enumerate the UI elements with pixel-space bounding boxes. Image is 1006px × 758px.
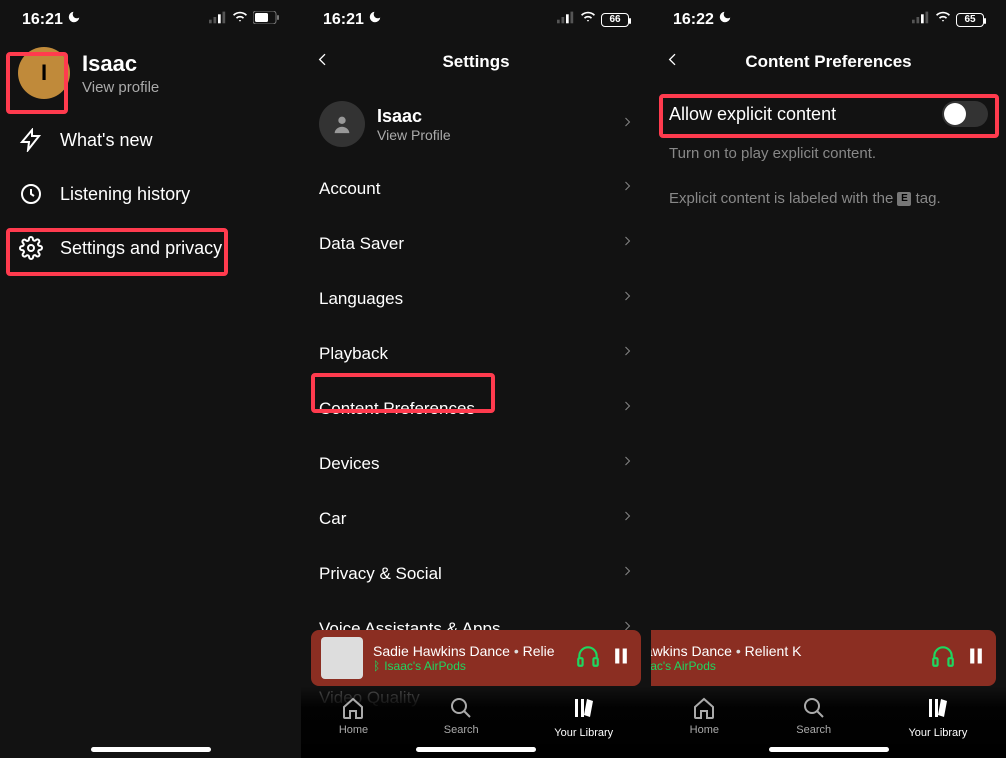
settings-item-data-saver[interactable]: Data Saver bbox=[301, 216, 651, 271]
pause-button[interactable] bbox=[611, 646, 631, 671]
now-playing-title: Sadie Hawkins Dance • Relie bbox=[373, 643, 565, 659]
menu-item-whats-new[interactable]: What's new bbox=[0, 113, 301, 167]
status-time: 16:22 bbox=[673, 11, 714, 29]
chevron-right-icon bbox=[621, 562, 633, 585]
status-bar: 16:21 bbox=[0, 0, 301, 37]
back-button[interactable] bbox=[315, 52, 331, 73]
header: Content Preferences bbox=[651, 37, 1006, 87]
screenshot-1-user-menu: 16:21 I Isaac View profile What's new Li… bbox=[0, 0, 301, 758]
allow-explicit-toggle[interactable] bbox=[942, 101, 988, 127]
settings-item-playback[interactable]: Playback bbox=[301, 326, 651, 381]
settings-profile-row[interactable]: Isaac View Profile bbox=[301, 87, 651, 161]
chevron-right-icon bbox=[621, 177, 633, 200]
tab-search[interactable]: Search bbox=[796, 696, 831, 736]
allow-explicit-row: Allow explicit content bbox=[651, 87, 1006, 141]
wifi-icon bbox=[579, 10, 597, 29]
now-playing-title: e Hawkins Dance • Relient K bbox=[651, 643, 920, 659]
chevron-right-icon bbox=[621, 342, 633, 365]
status-bar: 16:22 65 bbox=[651, 0, 1006, 37]
view-profile-link: View Profile bbox=[377, 127, 451, 143]
chevron-right-icon bbox=[621, 397, 633, 420]
home-indicator bbox=[91, 747, 211, 752]
header: Settings bbox=[301, 37, 651, 87]
allow-explicit-label: Allow explicit content bbox=[669, 104, 836, 125]
wifi-icon bbox=[934, 10, 952, 29]
album-art bbox=[321, 637, 363, 679]
status-time: 16:21 bbox=[22, 11, 63, 29]
settings-item-languages[interactable]: Languages bbox=[301, 271, 651, 326]
tab-search[interactable]: Search bbox=[444, 696, 479, 736]
bluetooth-icon: ᛒ bbox=[373, 659, 380, 673]
cellular-icon bbox=[209, 10, 227, 29]
header-title: Settings bbox=[442, 52, 509, 72]
do-not-disturb-icon bbox=[368, 10, 382, 29]
chevron-right-icon bbox=[621, 287, 633, 310]
profile-name: Isaac bbox=[377, 106, 451, 127]
status-time: 16:21 bbox=[323, 11, 364, 29]
chevron-right-icon bbox=[621, 113, 633, 136]
avatar: I bbox=[18, 47, 70, 99]
settings-item-privacy-social[interactable]: Privacy & Social bbox=[301, 546, 651, 601]
cellular-icon bbox=[557, 10, 575, 29]
screenshot-3-content-preferences: 16:22 65 Content Preferences Allow expli… bbox=[651, 0, 1006, 758]
gear-icon bbox=[18, 235, 44, 261]
headphones-icon[interactable] bbox=[930, 643, 956, 674]
wifi-icon bbox=[231, 10, 249, 29]
chevron-right-icon bbox=[621, 507, 633, 530]
tab-your-library[interactable]: Your Library bbox=[554, 696, 613, 739]
profile-header[interactable]: I Isaac View profile bbox=[0, 37, 301, 113]
bolt-icon bbox=[18, 127, 44, 153]
view-profile-link[interactable]: View profile bbox=[82, 79, 159, 96]
explicit-tag-icon: E bbox=[897, 192, 911, 206]
history-icon bbox=[18, 181, 44, 207]
settings-item-devices[interactable]: Devices bbox=[301, 436, 651, 491]
chevron-right-icon bbox=[621, 232, 633, 255]
home-indicator bbox=[769, 747, 889, 752]
chevron-right-icon bbox=[621, 452, 633, 475]
status-bar: 16:21 66 bbox=[301, 0, 651, 37]
allow-explicit-description: Turn on to play explicit content. bbox=[651, 141, 1006, 168]
toggle-knob bbox=[944, 103, 966, 125]
explicit-label-note: Explicit content is labeled with the E t… bbox=[651, 168, 1006, 211]
settings-item-content-preferences[interactable]: Content Preferences bbox=[301, 381, 651, 436]
battery-indicator: 66 bbox=[601, 13, 629, 27]
battery-indicator: 65 bbox=[956, 13, 984, 27]
settings-item-account[interactable]: Account bbox=[301, 161, 651, 216]
battery-icon bbox=[253, 11, 279, 29]
now-playing-device: ᛒIsaac's AirPods bbox=[373, 659, 565, 673]
screenshot-2-settings: 16:21 66 Settings Isaac View Profile Acc… bbox=[301, 0, 651, 758]
pause-button[interactable] bbox=[966, 646, 986, 671]
do-not-disturb-icon bbox=[67, 10, 81, 29]
cellular-icon bbox=[912, 10, 930, 29]
headphones-icon[interactable] bbox=[575, 643, 601, 674]
now-playing-device: ᛒIsaac's AirPods bbox=[651, 659, 920, 673]
avatar-placeholder bbox=[319, 101, 365, 147]
tab-your-library[interactable]: Your Library bbox=[908, 696, 967, 739]
tab-home[interactable]: Home bbox=[690, 696, 719, 736]
back-button[interactable] bbox=[665, 52, 681, 73]
now-playing-bar[interactable]: Sadie Hawkins Dance • Relie ᛒIsaac's Air… bbox=[311, 630, 641, 686]
now-playing-bar[interactable]: e Hawkins Dance • Relient K ᛒIsaac's Air… bbox=[651, 630, 996, 686]
settings-item-car[interactable]: Car bbox=[301, 491, 651, 546]
profile-name: Isaac bbox=[82, 51, 159, 77]
tab-home[interactable]: Home bbox=[339, 696, 368, 736]
home-indicator bbox=[416, 747, 536, 752]
do-not-disturb-icon bbox=[718, 10, 732, 29]
header-title: Content Preferences bbox=[745, 52, 911, 72]
menu-item-listening-history[interactable]: Listening history bbox=[0, 167, 301, 221]
menu-item-settings-privacy[interactable]: Settings and privacy bbox=[0, 221, 301, 275]
